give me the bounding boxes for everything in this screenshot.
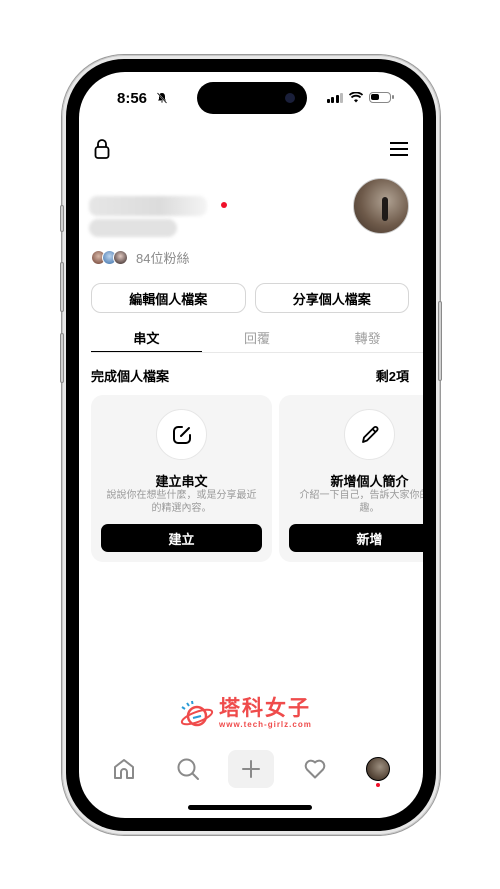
- nav-home[interactable]: [101, 750, 147, 788]
- phone-screen: 8:56 84位粉絲 編輯個人檔案 分享個人檔案 串文 回覆 轉發 完成個人檔案…: [79, 72, 423, 818]
- create-button[interactable]: 建立: [101, 524, 262, 552]
- followers-count[interactable]: 84位粉絲: [136, 248, 189, 267]
- nav-search[interactable]: [165, 750, 211, 788]
- power-button: [438, 301, 442, 381]
- watermark-title: 塔科女子: [219, 697, 311, 720]
- nav-new-thread[interactable]: [228, 750, 274, 788]
- pencil-icon: [344, 409, 395, 460]
- nav-activity[interactable]: [292, 750, 338, 788]
- volume-up-button: [60, 262, 64, 312]
- remaining-count: 剩2項: [375, 369, 409, 384]
- card-description: 說說你在想些什麼，或是分享最近的精選內容。: [106, 490, 257, 514]
- tab-reposts[interactable]: 轉發: [312, 326, 423, 352]
- complete-profile-title: 完成個人檔案: [91, 369, 170, 384]
- tab-threads[interactable]: 串文: [91, 326, 202, 352]
- edit-profile-button[interactable]: 編輯個人檔案: [91, 283, 246, 313]
- search-icon: [177, 758, 199, 780]
- profile-avatar: [366, 757, 390, 781]
- profile-actions: 編輯個人檔案 分享個人檔案: [91, 283, 409, 313]
- bottom-navigation: [101, 750, 401, 788]
- hamburger-menu-icon[interactable]: [389, 140, 409, 158]
- add-button[interactable]: 新增: [289, 524, 423, 552]
- complete-profile-cards: 建立串文 說說你在想些什麼，或是分享最近的精選內容。 建立 新增個人簡介 介紹一…: [91, 395, 423, 562]
- dynamic-island: [197, 82, 307, 114]
- home-indicator[interactable]: [188, 805, 312, 810]
- camera-icon: [285, 93, 295, 103]
- watermark-logo: 塔科女子 www.tech-girlz.com: [179, 698, 312, 729]
- cellular-signal-icon: [326, 92, 343, 103]
- wifi-icon: [349, 92, 363, 103]
- compose-icon: [156, 409, 207, 460]
- notification-dot: [221, 202, 227, 208]
- plus-icon: [242, 760, 260, 778]
- lock-icon[interactable]: [93, 138, 111, 160]
- battery-icon: [369, 92, 394, 103]
- nav-profile[interactable]: [355, 750, 401, 788]
- create-thread-card: 建立串文 說說你在想些什麼，或是分享最近的精選內容。 建立: [91, 395, 272, 562]
- notification-dot: [376, 783, 380, 787]
- profile-avatar[interactable]: [353, 178, 409, 234]
- profile-name-blurred: [89, 196, 207, 216]
- profile-username-blurred: [89, 219, 177, 237]
- profile-tabs: 串文 回覆 轉發: [91, 326, 423, 353]
- watermark-url: www.tech-girlz.com: [219, 720, 312, 729]
- card-title: 新增個人簡介: [330, 474, 409, 489]
- status-time: 8:56: [117, 90, 148, 107]
- tab-replies[interactable]: 回覆: [202, 326, 313, 352]
- card-description: 介紹一下自己，告訴大家你的興趣。: [299, 490, 424, 514]
- card-title: 建立串文: [155, 474, 208, 489]
- follower-avatar: [113, 250, 128, 265]
- home-icon: [114, 759, 134, 779]
- heart-icon: [304, 759, 325, 779]
- status-icons: [326, 92, 394, 103]
- volume-down-button: [60, 333, 64, 383]
- share-profile-button[interactable]: 分享個人檔案: [254, 283, 409, 313]
- planet-logo-icon: [180, 700, 214, 726]
- add-bio-card: 新增個人簡介 介紹一下自己，告訴大家你的興趣。 新增: [279, 395, 423, 562]
- followers-row[interactable]: 84位粉絲: [91, 248, 189, 267]
- bell-slash-icon: [156, 92, 168, 107]
- action-button: [60, 205, 64, 232]
